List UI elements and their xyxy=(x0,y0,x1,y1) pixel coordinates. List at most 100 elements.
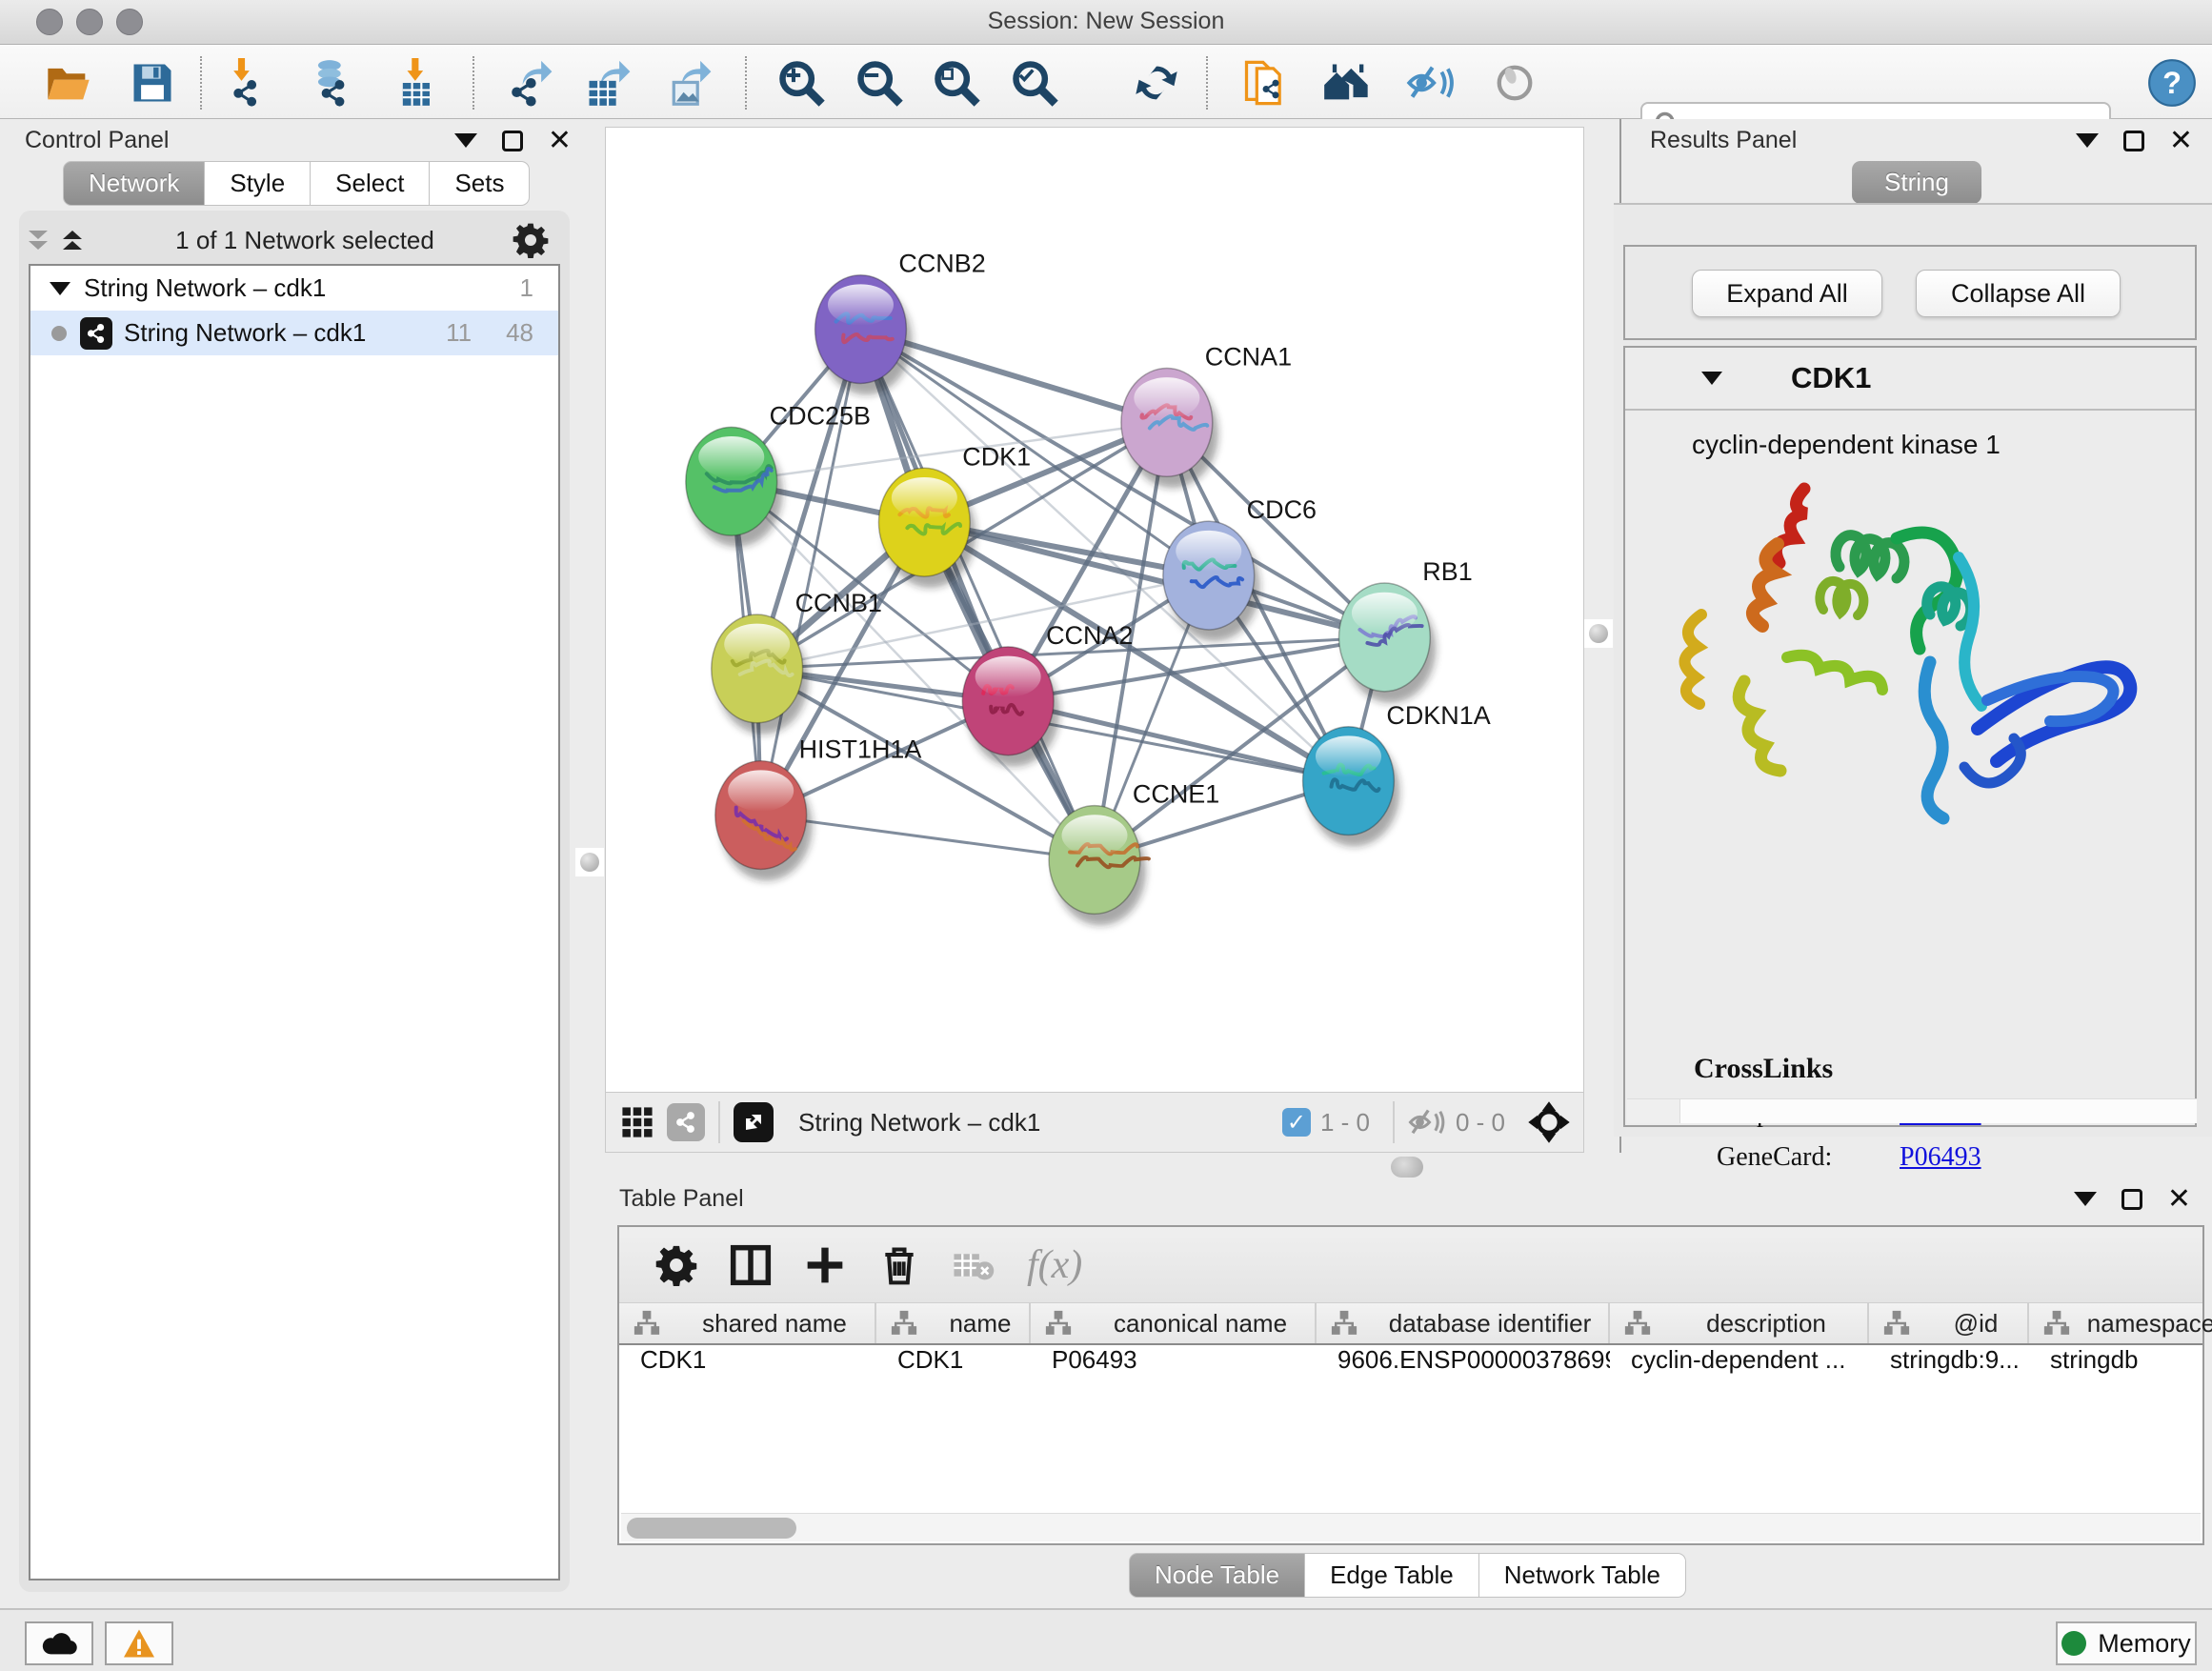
column-header--id[interactable]: @id xyxy=(1869,1303,2029,1343)
tab-select[interactable]: Select xyxy=(311,161,430,206)
hide-unhide-button[interactable] xyxy=(1406,58,1456,108)
clone-network-button[interactable] xyxy=(1240,58,1290,108)
right-splitter-handle[interactable] xyxy=(1584,619,1613,648)
table-cell[interactable]: stringdb:9... xyxy=(1869,1345,2029,1385)
open-in-window-icon[interactable] xyxy=(734,1102,774,1142)
minimize-panel-icon[interactable] xyxy=(2074,1192,2097,1206)
home-button[interactable] xyxy=(1322,58,1372,108)
tab-style[interactable]: Style xyxy=(205,161,311,206)
network-node[interactable]: CCNA1 xyxy=(1121,343,1292,489)
table-horizontal-scrollbar[interactable] xyxy=(621,1513,2201,1541)
close-panel-icon[interactable]: ✕ xyxy=(2167,1189,2191,1210)
import-table-button[interactable] xyxy=(392,58,442,108)
control-panel-tabs: NetworkStyleSelectSets xyxy=(63,161,530,206)
open-session-button[interactable] xyxy=(44,58,93,108)
network-node[interactable]: HIST1H1A xyxy=(715,735,922,881)
table-row[interactable]: CDK1CDK1P064939606.ENSP00000378699cyclin… xyxy=(619,1345,2202,1385)
delete-column-icon[interactable] xyxy=(878,1244,920,1286)
memory-label: Memory xyxy=(2098,1629,2191,1659)
zoom-in-button[interactable] xyxy=(776,58,826,108)
collapse-all-icon[interactable] xyxy=(29,231,48,250)
horizontal-splitter-handle[interactable] xyxy=(1391,1157,1423,1178)
presentation-mode-button[interactable] xyxy=(1490,58,1539,108)
network-edge-count: 48 xyxy=(506,318,533,348)
zoom-fit-button[interactable] xyxy=(932,58,981,108)
string-network-graph[interactable]: CCNB2CCNA1CDC25BCDK1CDC6RB1CCNB1CCNA2CDK… xyxy=(606,128,1583,1092)
birds-eye-view-icon[interactable] xyxy=(621,1106,654,1138)
protein-structure-image xyxy=(1644,453,2178,834)
import-network-file-button[interactable] xyxy=(223,58,272,108)
memory-button[interactable]: Memory xyxy=(2056,1621,2197,1665)
float-panel-icon[interactable] xyxy=(2122,1189,2142,1210)
tab-node-table[interactable]: Node Table xyxy=(1129,1553,1305,1598)
export-table-button[interactable] xyxy=(583,58,633,108)
network-node[interactable]: RB1 xyxy=(1338,557,1472,703)
node-label: CDK1 xyxy=(962,442,1031,471)
network-node[interactable]: CDK1 xyxy=(878,442,1031,588)
network-tree: String Network – cdk1 1 String Network –… xyxy=(29,264,560,1580)
show-columns-icon[interactable] xyxy=(730,1244,772,1286)
table-options-gear-icon[interactable] xyxy=(655,1244,697,1286)
help-button[interactable]: ? xyxy=(2147,58,2197,108)
collapse-entry-icon[interactable] xyxy=(1701,372,1722,385)
table-cell[interactable]: CDK1 xyxy=(619,1345,876,1385)
float-panel-icon[interactable] xyxy=(502,131,523,151)
table-cell[interactable]: cyclin-dependent ... xyxy=(1610,1345,1869,1385)
results-scrollbar[interactable] xyxy=(1627,1098,2197,1123)
column-header-namespace[interactable]: namespace xyxy=(2029,1303,2212,1343)
tab-sets[interactable]: Sets xyxy=(430,161,530,206)
close-panel-icon[interactable]: ✕ xyxy=(548,131,572,151)
tab-string[interactable]: String xyxy=(1852,161,1981,204)
network-node[interactable]: CDC25B xyxy=(686,401,871,547)
network-options-gear-icon[interactable] xyxy=(513,222,549,258)
minimize-panel-icon[interactable] xyxy=(2076,133,2099,148)
network-view-canvas[interactable]: CCNB2CCNA1CDC25BCDK1CDC6RB1CCNB1CCNA2CDK… xyxy=(605,127,1584,1093)
table-cell[interactable]: CDK1 xyxy=(876,1345,1031,1385)
crosslink-link[interactable]: P06493 xyxy=(1900,1142,1981,1186)
collapse-all-button[interactable]: Collapse All xyxy=(1916,270,2121,317)
tab-network[interactable]: Network xyxy=(63,161,205,206)
save-session-button[interactable] xyxy=(128,58,177,108)
export-network-button[interactable] xyxy=(505,58,554,108)
pan-tool-icon[interactable] xyxy=(1528,1101,1570,1143)
tab-network-table[interactable]: Network Table xyxy=(1479,1553,1686,1598)
network-collection-row[interactable]: String Network – cdk1 1 xyxy=(30,266,558,311)
network-node[interactable]: CCNB2 xyxy=(815,250,986,395)
column-header-shared-name[interactable]: shared name xyxy=(619,1303,876,1343)
cloud-button[interactable] xyxy=(25,1621,93,1665)
refresh-button[interactable] xyxy=(1132,58,1181,108)
zoom-out-button[interactable] xyxy=(855,58,904,108)
table-cell[interactable]: stringdb xyxy=(2029,1345,2212,1385)
add-column-icon[interactable] xyxy=(804,1244,846,1286)
network-node-count: 11 xyxy=(446,318,472,348)
minimize-panel-icon[interactable] xyxy=(454,133,477,148)
scrollbar-thumb[interactable] xyxy=(627,1518,796,1539)
selected-nodes-checkbox[interactable]: ✓ xyxy=(1282,1108,1311,1137)
network-node[interactable]: CCNB1 xyxy=(712,589,882,735)
table-cell[interactable]: P06493 xyxy=(1031,1345,1317,1385)
expand-all-icon[interactable] xyxy=(63,231,82,250)
left-splitter-handle[interactable] xyxy=(575,848,604,876)
float-panel-icon[interactable] xyxy=(2123,131,2144,151)
table-panel-tabs: Node TableEdge TableNetwork Table xyxy=(1129,1553,1686,1598)
network-node[interactable]: CDKN1A xyxy=(1303,701,1491,847)
warnings-button[interactable] xyxy=(105,1621,173,1665)
column-header-description[interactable]: description xyxy=(1610,1303,1869,1343)
network-node[interactable]: CDC6 xyxy=(1163,495,1317,641)
column-header-name[interactable]: name xyxy=(876,1303,1031,1343)
network-row[interactable]: String Network – cdk1 11 48 xyxy=(30,311,558,355)
tab-edge-table[interactable]: Edge Table xyxy=(1305,1553,1479,1598)
export-image-button[interactable] xyxy=(664,58,714,108)
close-panel-icon[interactable]: ✕ xyxy=(2169,131,2193,151)
collapse-arrow-icon[interactable] xyxy=(50,282,70,295)
expand-all-button[interactable]: Expand All xyxy=(1692,270,1882,317)
column-header-canonical-name[interactable]: canonical name xyxy=(1031,1303,1317,1343)
import-network-database-button[interactable] xyxy=(307,58,356,108)
node-table-container: f(x) shared namenamecanonical namedataba… xyxy=(617,1225,2204,1545)
node-details-header[interactable]: CDK1 xyxy=(1625,348,2195,411)
network-node[interactable]: CCNE1 xyxy=(1049,780,1219,926)
column-header-database-identifier[interactable]: database identifier xyxy=(1317,1303,1610,1343)
network-edge[interactable] xyxy=(860,330,1095,860)
table-cell[interactable]: 9606.ENSP00000378699 xyxy=(1317,1345,1610,1385)
zoom-selected-button[interactable] xyxy=(1010,58,1059,108)
